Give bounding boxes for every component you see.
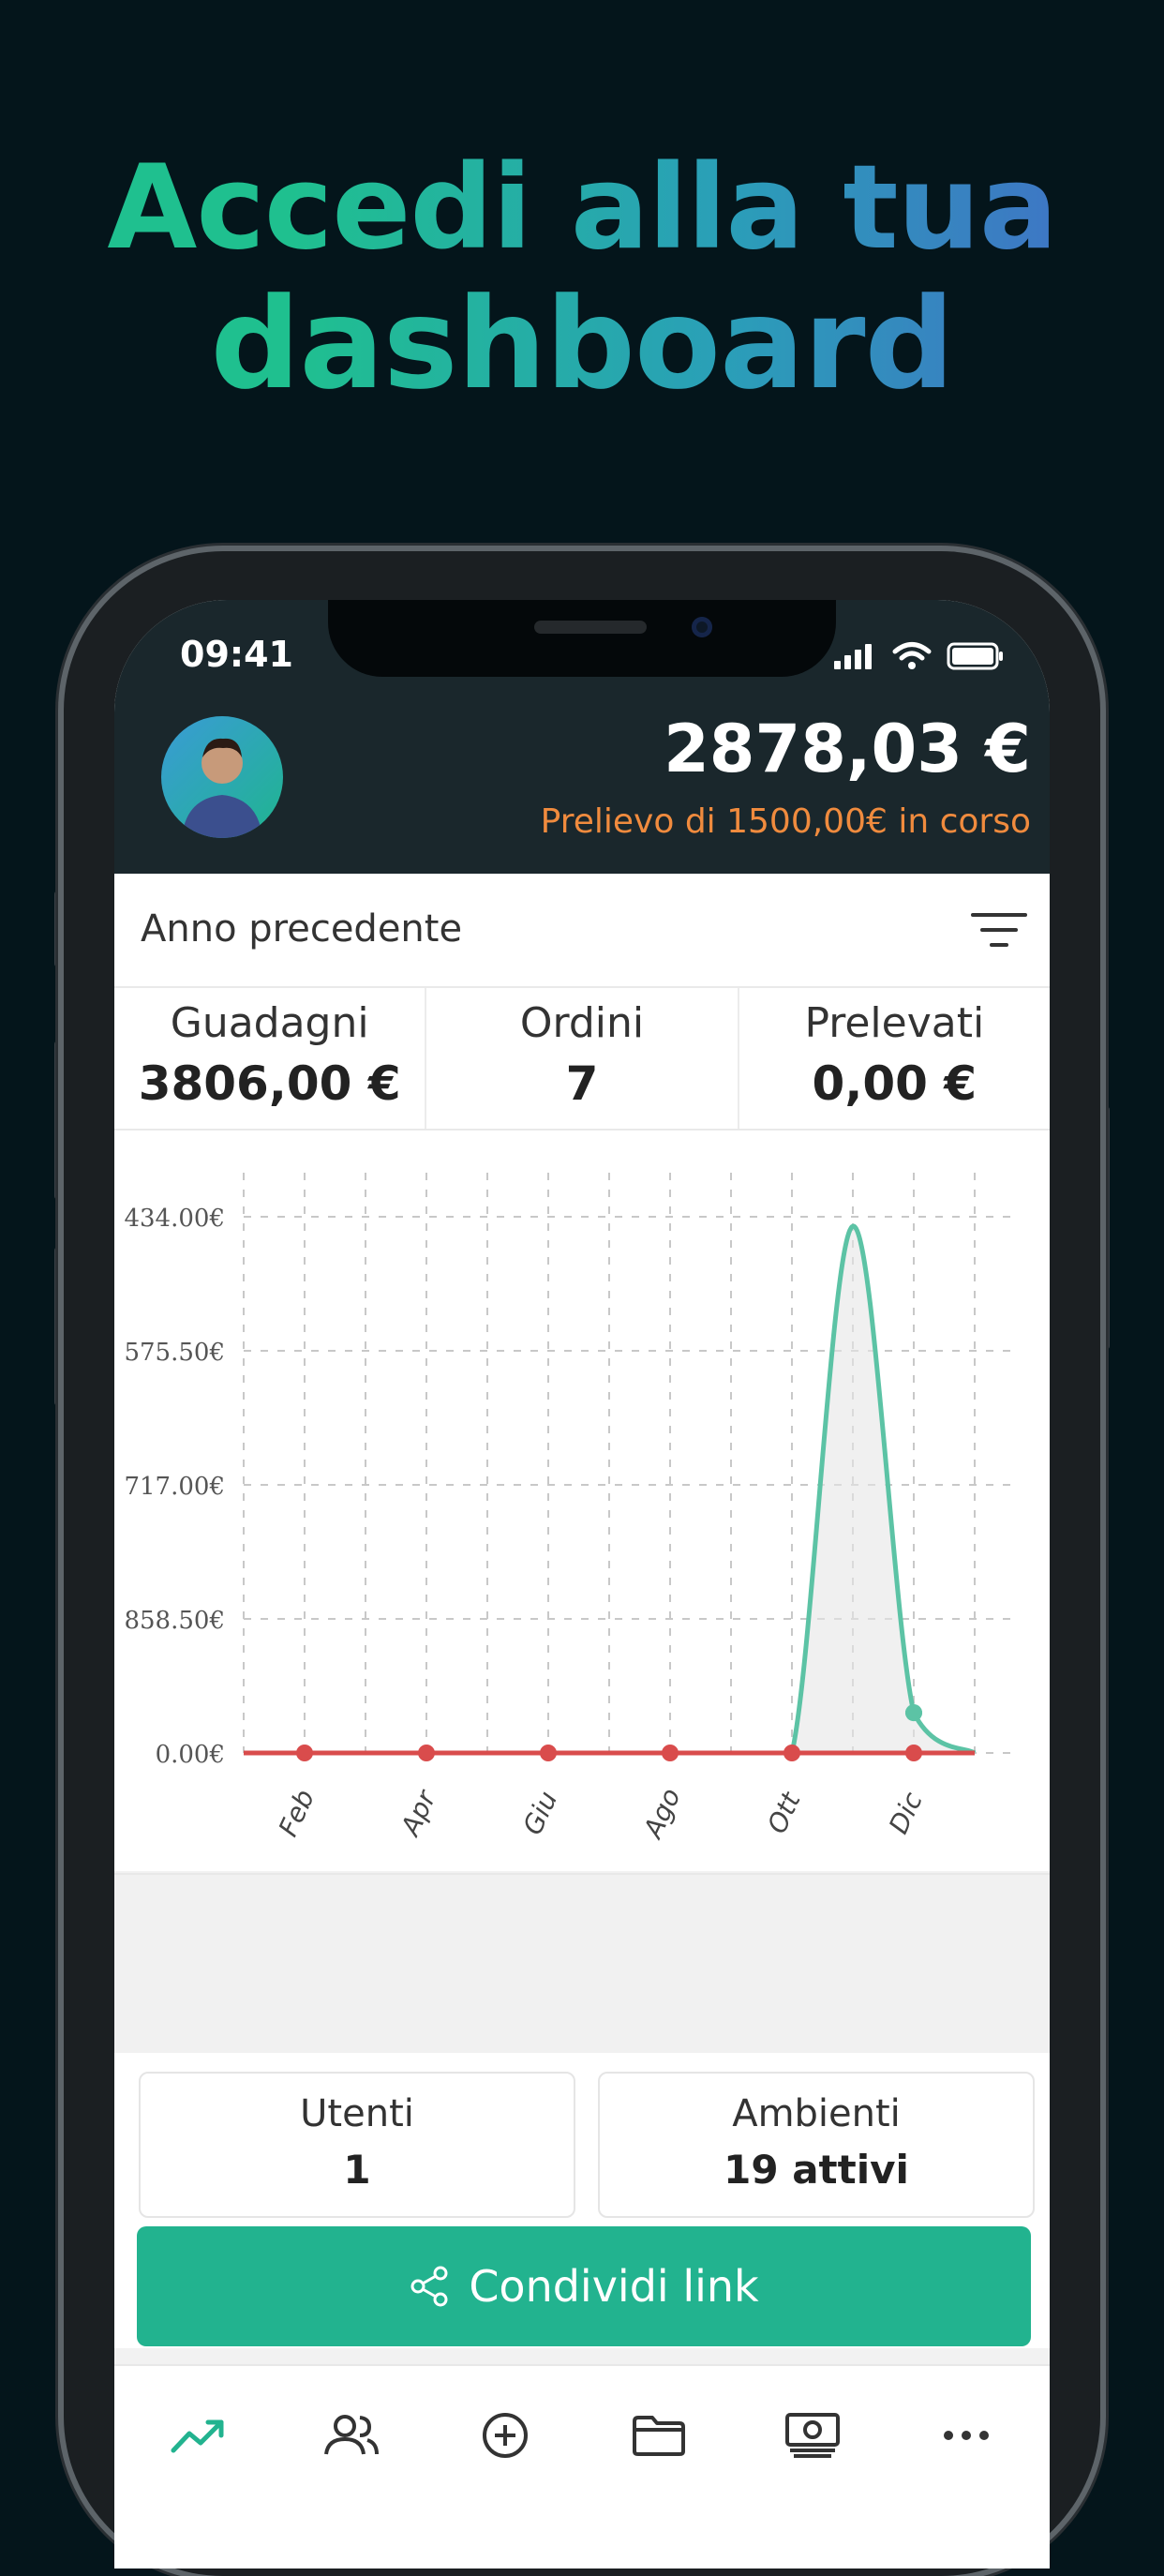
data-point: [662, 1745, 679, 1761]
phone-screen: 09:41 2878,03 € Prelievo di 1500,00€ in …: [114, 600, 1050, 2569]
users-card[interactable]: Utenti 1: [139, 2072, 575, 2218]
x-tick-label: Dic: [883, 1787, 929, 1838]
x-tick-label: Giu: [516, 1787, 563, 1840]
headline: Accedi alla tua dashboard: [0, 141, 1164, 412]
notch: [328, 600, 836, 677]
avatar[interactable]: [161, 716, 283, 838]
speaker: [534, 621, 647, 634]
earnings-chart: 434.00€ 575.50€ 717.00€ 858.50€ 0.00€ Feb Apr G…: [114, 1131, 1050, 1871]
card-value: 1: [343, 2147, 371, 2193]
summary-cards: Utenti 1 Ambienti 19 attivi: [114, 2053, 1050, 2226]
stat-value: 3806,00 €: [138, 1056, 401, 1111]
share-area: Condividi link: [114, 2226, 1050, 2348]
stat-label: Guadagni: [170, 999, 369, 1047]
users-icon: [324, 2415, 379, 2455]
x-tick-label: Ott: [761, 1787, 807, 1838]
card-label: Utenti: [300, 2092, 414, 2135]
y-tick-label: 434.00€: [124, 1205, 225, 1233]
withdraw-notice: Prelievo di 1500,00€ in corso: [540, 802, 1031, 841]
tab-bar: [114, 2364, 1050, 2569]
share-icon: [410, 2266, 448, 2307]
signal-icon: [834, 644, 872, 669]
status-icons: [832, 641, 1005, 671]
stat-value: 7: [565, 1056, 599, 1111]
stat-earnings: Guadagni 3806,00 €: [114, 988, 427, 1129]
tab-more[interactable]: [933, 2407, 999, 2464]
stats-row: Guadagni 3806,00 € Ordini 7 Prelevati 0,…: [114, 988, 1050, 1131]
data-point: [783, 1745, 800, 1761]
tab-dashboard[interactable]: [165, 2407, 231, 2464]
share-link-label: Condividi link: [469, 2261, 759, 2312]
earnings-chart-svg: 434.00€ 575.50€ 717.00€ 858.50€ 0.00€ Feb Apr G…: [124, 1173, 1012, 1845]
x-tick-label: Apr: [394, 1785, 442, 1842]
folder-icon: [633, 2416, 685, 2456]
status-time: 09:41: [180, 634, 293, 675]
tab-money[interactable]: [780, 2407, 845, 2464]
data-point: [905, 1704, 922, 1722]
stat-label: Prelevati: [804, 999, 985, 1047]
card-value: 19 attivi: [724, 2147, 909, 2193]
environments-card[interactable]: Ambienti 19 attivi: [598, 2072, 1035, 2218]
stat-value: 0,00 €: [812, 1056, 977, 1111]
data-point: [296, 1745, 313, 1761]
data-point: [905, 1745, 922, 1761]
stat-withdrawn: Prelevati 0,00 €: [739, 988, 1050, 1129]
y-tick-label: 0.00€: [156, 1741, 225, 1769]
card-label: Ambienti: [732, 2092, 901, 2135]
period-filter-label: Anno precedente: [141, 907, 463, 951]
balance-amount: 2878,03 €: [664, 711, 1031, 787]
battery-icon: [947, 642, 1003, 670]
y-tick-label: 575.50€: [124, 1339, 225, 1367]
more-icon: [944, 2431, 989, 2440]
phone-power-button: [1102, 1106, 1110, 1350]
y-tick-label: 717.00€: [124, 1473, 225, 1501]
phone-silent-switch: [54, 891, 62, 967]
tab-add[interactable]: [472, 2407, 538, 2464]
period-filter[interactable]: Anno precedente: [114, 874, 1050, 988]
x-tick-label: Feb: [273, 1785, 321, 1841]
stat-label: Ordini: [519, 999, 645, 1047]
plus-circle-icon: [483, 2413, 528, 2458]
data-point: [418, 1745, 435, 1761]
area-fill: [244, 1226, 975, 1753]
trend-icon: [171, 2419, 224, 2453]
camera: [692, 617, 712, 637]
money-icon: [785, 2413, 840, 2458]
headline-line1: Accedi alla tua: [107, 141, 1057, 276]
headline-line2: dashboard: [210, 271, 954, 417]
top-bar: 09:41 2878,03 € Prelievo di 1500,00€ in …: [114, 600, 1050, 874]
wifi-icon: [892, 642, 932, 669]
phone-volume-up: [54, 1041, 62, 1200]
phone-volume-down: [54, 1247, 62, 1406]
avatar-person-icon: [182, 738, 262, 838]
data-point: [540, 1745, 557, 1761]
y-tick-label: 858.50€: [124, 1607, 225, 1635]
tab-users[interactable]: [319, 2407, 384, 2464]
spacer: [114, 1873, 1050, 2055]
tab-folder[interactable]: [626, 2407, 692, 2464]
filter-icon[interactable]: [971, 911, 1027, 949]
stat-orders: Ordini 7: [426, 988, 739, 1129]
share-link-button[interactable]: Condividi link: [137, 2226, 1031, 2346]
x-tick-label: Ago: [636, 1784, 687, 1845]
